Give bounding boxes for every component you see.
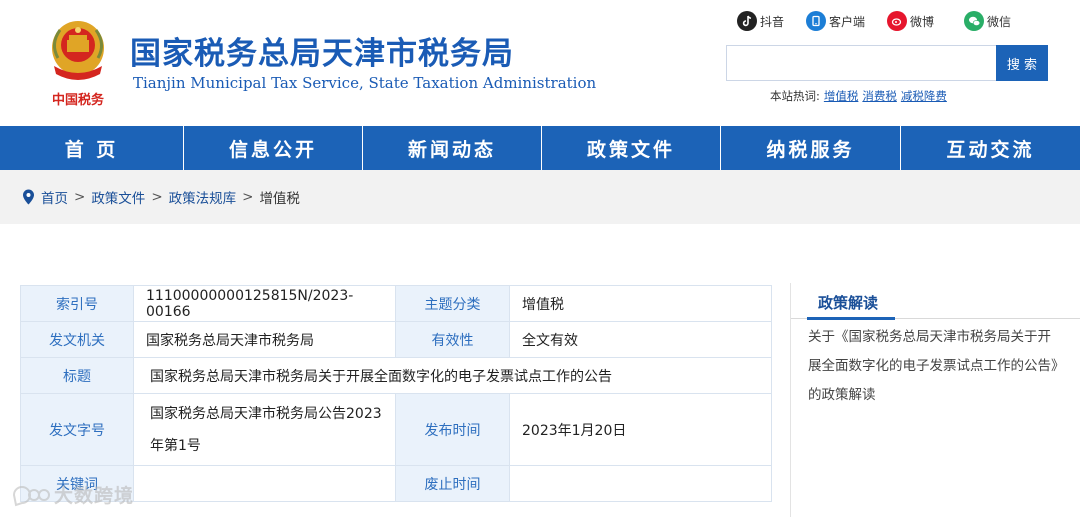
breadcrumb-separator: > xyxy=(151,189,163,205)
date-value: 2023年1月20日 xyxy=(509,393,772,466)
watermark-logo-icon xyxy=(12,485,50,506)
site-header: 中国税务 国家税务总局天津市税务局 Tianjin Municipal Tax … xyxy=(0,0,1080,126)
watermark-text: 大数跨境 xyxy=(54,485,135,507)
emblem-caption: 中国税务 xyxy=(52,92,105,108)
tiktok-icon xyxy=(737,11,757,31)
social-wechat[interactable]: 微信 xyxy=(964,10,1011,32)
weibo-icon xyxy=(887,11,907,31)
hot-words-label: 本站热词: xyxy=(770,89,820,103)
index-value: 11100000000125815N/2023-00166 xyxy=(133,285,396,322)
watermark: 大数跨境 xyxy=(10,481,134,508)
breadcrumb-separator: > xyxy=(242,189,254,205)
social-tiktok[interactable]: 抖音 xyxy=(737,10,784,32)
social-weibo[interactable]: 微博 xyxy=(887,10,934,32)
social-tiktok-label: 抖音 xyxy=(760,14,785,29)
breadcrumb-home[interactable]: 首页 xyxy=(41,187,68,207)
docno-value: 国家税务总局天津市税务局公告2023年第1号 xyxy=(133,393,396,466)
topic-label: 主题分类 xyxy=(395,285,510,322)
table-row: 发文机关 国家税务总局天津市税务局 有效性 全文有效 xyxy=(20,321,772,358)
breadcrumb: 首页 > 政策文件 > 政策法规库 > 增值税 xyxy=(0,170,1080,224)
site-subtitle: Tianjin Municipal Tax Service, State Tax… xyxy=(133,74,597,92)
hot-word-tax-cut[interactable]: 减税降费 xyxy=(901,88,947,104)
table-row: 发文字号 国家税务总局天津市税务局公告2023年第1号 发布时间 2023年1月… xyxy=(20,393,772,466)
social-wechat-label: 微信 xyxy=(987,14,1012,29)
docno-label: 发文字号 xyxy=(20,393,134,466)
main-nav: 首 页 信息公开 新闻动态 政策文件 纳税服务 互动交流 xyxy=(0,126,1080,170)
issuer-label: 发文机关 xyxy=(20,321,134,358)
site-title: 国家税务总局天津市税务局 xyxy=(130,36,514,72)
page-root: 中国税务 国家税务总局天津市税务局 Tianjin Municipal Tax … xyxy=(0,0,1080,517)
nav-news[interactable]: 新闻动态 xyxy=(363,126,542,170)
nav-tax-service[interactable]: 纳税服务 xyxy=(721,126,901,170)
hot-word-vat[interactable]: 增值税 xyxy=(824,88,859,104)
keywords-value xyxy=(133,465,396,502)
issuer-value: 国家税务总局天津市税务局 xyxy=(133,321,396,358)
social-client-app[interactable]: 客户端 xyxy=(806,10,865,32)
breadcrumb-policy-docs[interactable]: 政策文件 xyxy=(91,187,145,207)
search-input[interactable] xyxy=(726,45,996,81)
hot-word-consumption-tax[interactable]: 消费税 xyxy=(862,88,897,104)
topic-value: 增值税 xyxy=(509,285,772,322)
title-value: 国家税务总局天津市税务局关于开展全面数字化的电子发票试点工作的公告 xyxy=(133,357,772,394)
social-weibo-label: 微博 xyxy=(910,14,935,29)
nav-info-disclosure[interactable]: 信息公开 xyxy=(184,126,363,170)
abolish-label: 废止时间 xyxy=(395,465,510,502)
nav-interaction[interactable]: 互动交流 xyxy=(901,126,1080,170)
nav-policy-docs[interactable]: 政策文件 xyxy=(542,126,721,170)
policy-interpretation-panel: 政策解读 关于《国家税务总局天津市税务局关于开展全面数字化的电子发票试点工作的公… xyxy=(790,283,1080,517)
document-info-table: 索引号 11100000000125815N/2023-00166 主题分类 增… xyxy=(20,285,772,502)
panel-title-underline xyxy=(807,317,895,320)
nav-home[interactable]: 首 页 xyxy=(0,126,184,170)
index-label: 索引号 xyxy=(20,285,134,322)
policy-interpretation-link[interactable]: 关于《国家税务总局天津市税务局关于开展全面数字化的电子发票试点工作的公告》的政策… xyxy=(808,323,1060,410)
abolish-value xyxy=(509,465,772,502)
search-button[interactable]: 搜 索 xyxy=(996,45,1048,81)
panel-title: 政策解读 xyxy=(818,294,879,312)
breadcrumb-separator: > xyxy=(74,189,86,205)
wechat-icon xyxy=(964,11,984,31)
date-label: 发布时间 xyxy=(395,393,510,466)
title-label: 标题 xyxy=(20,357,134,394)
hot-words: 本站热词: 增值税 消费税 减税降费 xyxy=(770,88,947,104)
breadcrumb-policy-library[interactable]: 政策法规库 xyxy=(169,187,237,207)
table-row: 索引号 11100000000125815N/2023-00166 主题分类 增… xyxy=(20,285,772,322)
tax-emblem-logo: 中国税务 xyxy=(52,21,105,108)
breadcrumb-current: 增值税 xyxy=(259,191,300,207)
table-row: 标题 国家税务总局天津市税务局关于开展全面数字化的电子发票试点工作的公告 xyxy=(20,357,772,394)
social-client-app-label: 客户端 xyxy=(829,14,866,29)
validity-value: 全文有效 xyxy=(509,321,772,358)
location-pin-icon xyxy=(23,189,34,205)
validity-label: 有效性 xyxy=(395,321,510,358)
client-app-icon xyxy=(806,11,826,31)
